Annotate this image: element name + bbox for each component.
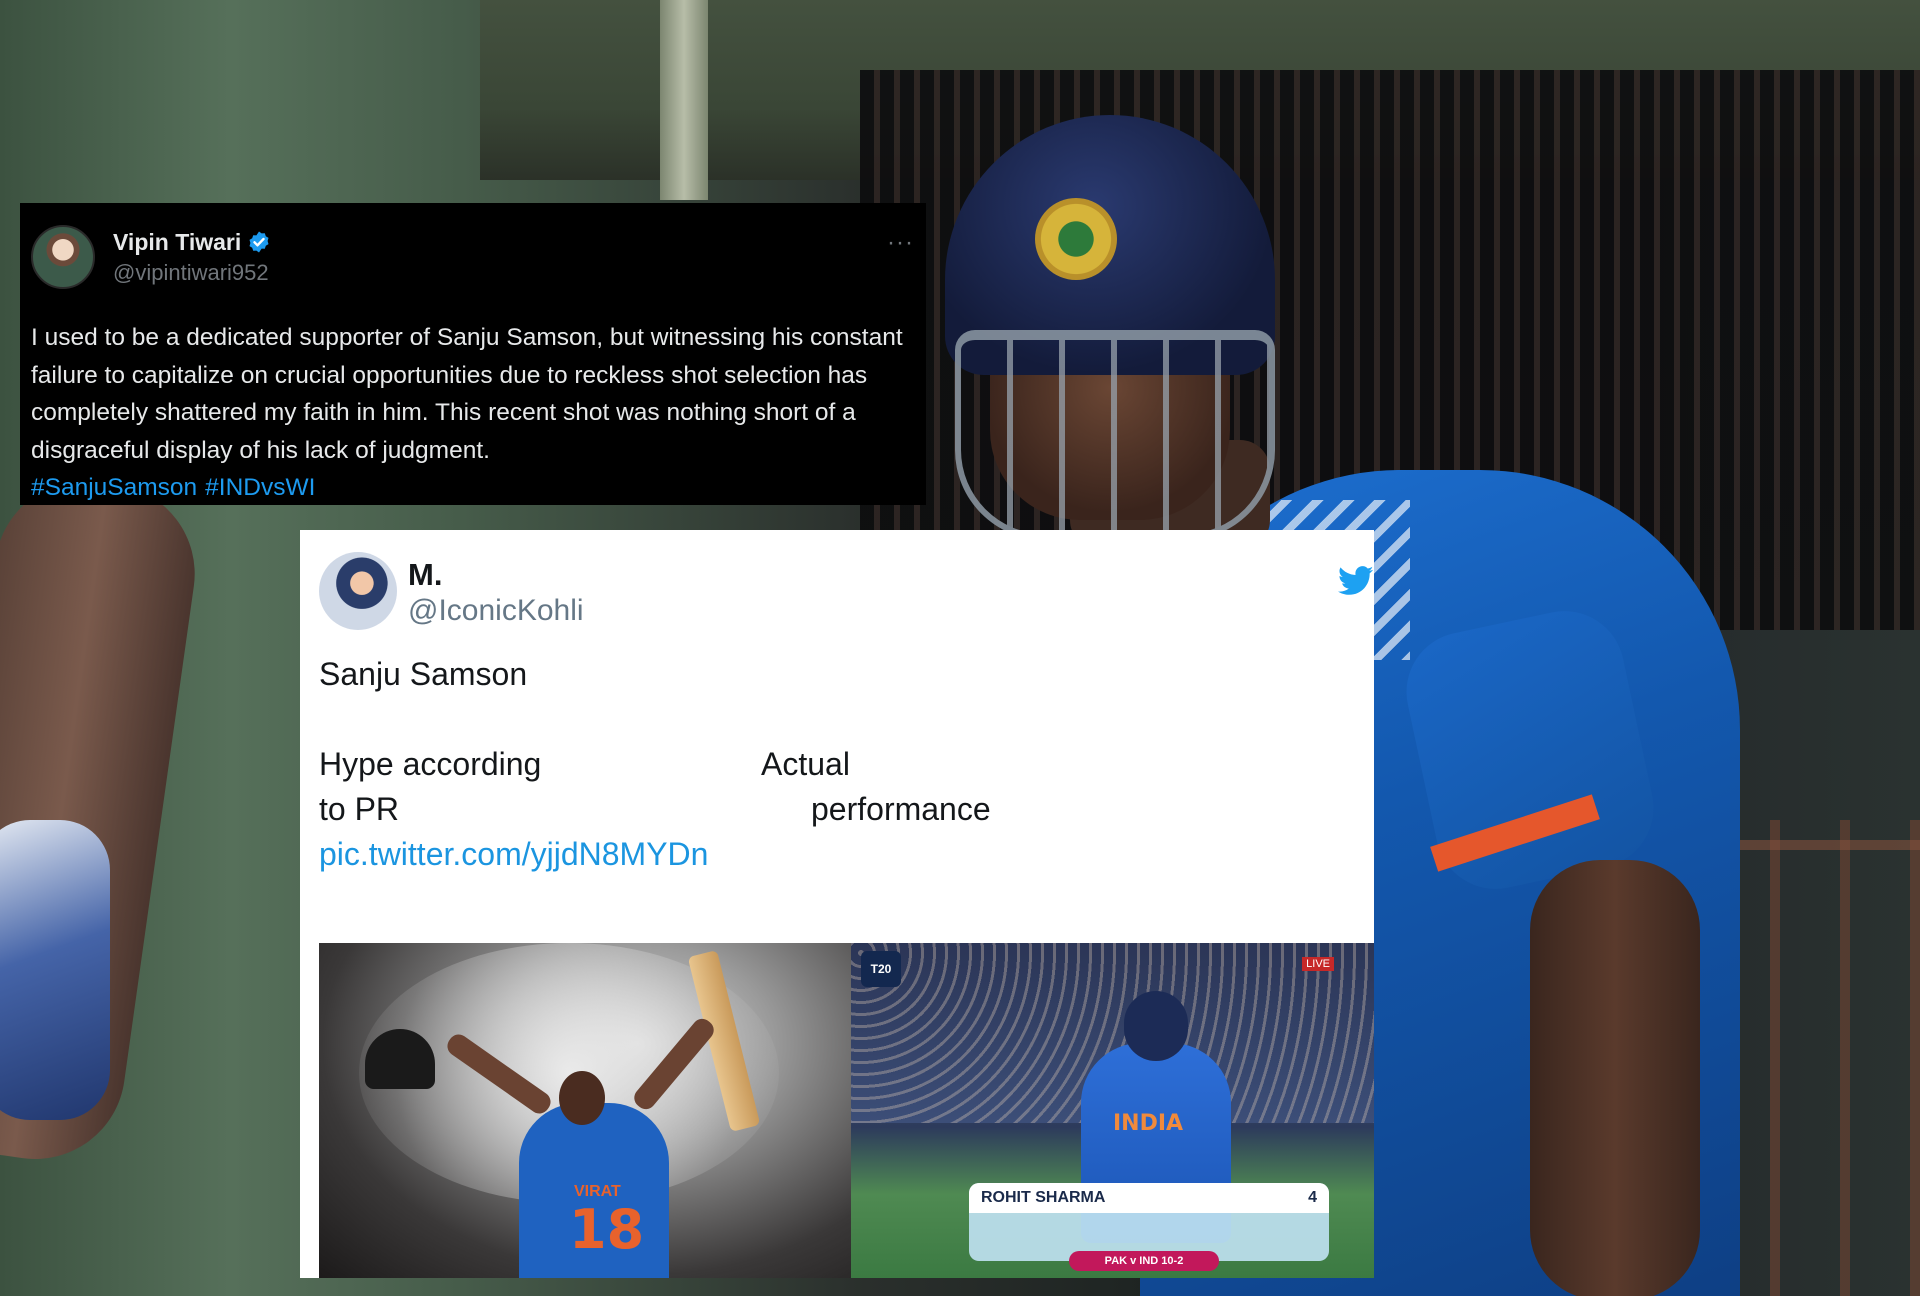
- helmet-grill: [955, 330, 1275, 540]
- handle[interactable]: @IconicKohli: [408, 592, 584, 630]
- shirt-text: INDIA: [1113, 1111, 1184, 1136]
- player-head: [559, 1071, 605, 1125]
- author-block: M. @IconicKohli: [408, 558, 584, 630]
- avatar[interactable]: [319, 552, 397, 630]
- display-name[interactable]: Vipin Tiwari: [113, 229, 241, 256]
- tweet-line-row2: to PR performance: [319, 787, 1374, 832]
- hashtag-link[interactable]: #INDvsWI: [205, 474, 315, 501]
- hype-label-1: Hype according: [319, 746, 542, 782]
- tweet-text: Sanju Samson Hype according Actual to PR p…: [319, 652, 1374, 877]
- hashtag-link[interactable]: #SanjuSamson: [31, 474, 197, 501]
- avatar[interactable]: [31, 225, 95, 289]
- pic-link[interactable]: pic.twitter.com/yjjdN8MYDn: [319, 832, 1374, 877]
- player-forearm: [1530, 860, 1700, 1296]
- t20-logo: T20: [861, 951, 901, 987]
- hype-label-2: to PR: [319, 791, 400, 827]
- actual-label-2: performance: [811, 791, 991, 827]
- name-row: Vipin Tiwari: [113, 229, 271, 256]
- tweet-card-light[interactable]: M. @IconicKohli Sanju Samson Hype accord…: [300, 530, 1374, 1278]
- scorecard-name: ROHIT SHARMA: [981, 1189, 1106, 1206]
- handle[interactable]: @vipintiwari952: [113, 260, 271, 286]
- twitter-bird-icon[interactable]: [1338, 566, 1374, 596]
- scorecard-summary: PAK v IND 10-2: [1069, 1251, 1219, 1271]
- player-helmet: [1124, 991, 1188, 1061]
- tweet-text: I used to be a dedicated supporter of Sa…: [31, 324, 903, 464]
- tweet-header: Vipin Tiwari @vipintiwari952: [31, 225, 914, 289]
- actual-label-1: Actual: [761, 746, 850, 782]
- tweet-line-title: Sanju Samson: [319, 656, 528, 692]
- tweet-card-dark[interactable]: Vipin Tiwari @vipintiwari952 ··· I used …: [20, 203, 926, 505]
- scorecard-overlay: ROHIT SHARMA 4 PAK v IND 10-2: [969, 1183, 1329, 1271]
- media-grid[interactable]: VIRAT 18 T20 LIVE INDIA ROHIT SHARMA 4 P…: [319, 943, 1374, 1278]
- hashtags: #SanjuSamson #INDvsWI: [31, 469, 914, 507]
- batting-glove: [0, 820, 110, 1120]
- helmet-badge: [1035, 198, 1117, 280]
- stadium-pole: [660, 0, 708, 200]
- tweet-header: M. @IconicKohli: [319, 552, 1374, 632]
- media-image-left[interactable]: VIRAT 18: [319, 943, 851, 1278]
- author-block: Vipin Tiwari @vipintiwari952: [113, 229, 271, 286]
- live-badge: LIVE: [1302, 957, 1334, 971]
- more-icon[interactable]: ···: [887, 231, 914, 255]
- verified-badge-icon: [249, 231, 269, 253]
- media-image-right[interactable]: T20 LIVE INDIA ROHIT SHARMA 4 PAK v IND …: [851, 943, 1374, 1278]
- display-name[interactable]: M.: [408, 558, 584, 592]
- jersey-number: 18: [569, 1198, 645, 1261]
- scorecard-bar: ROHIT SHARMA 4: [969, 1183, 1329, 1213]
- scorecard-runs: 4: [1308, 1189, 1317, 1206]
- tweet-line-row1: Hype according Actual: [319, 742, 1374, 787]
